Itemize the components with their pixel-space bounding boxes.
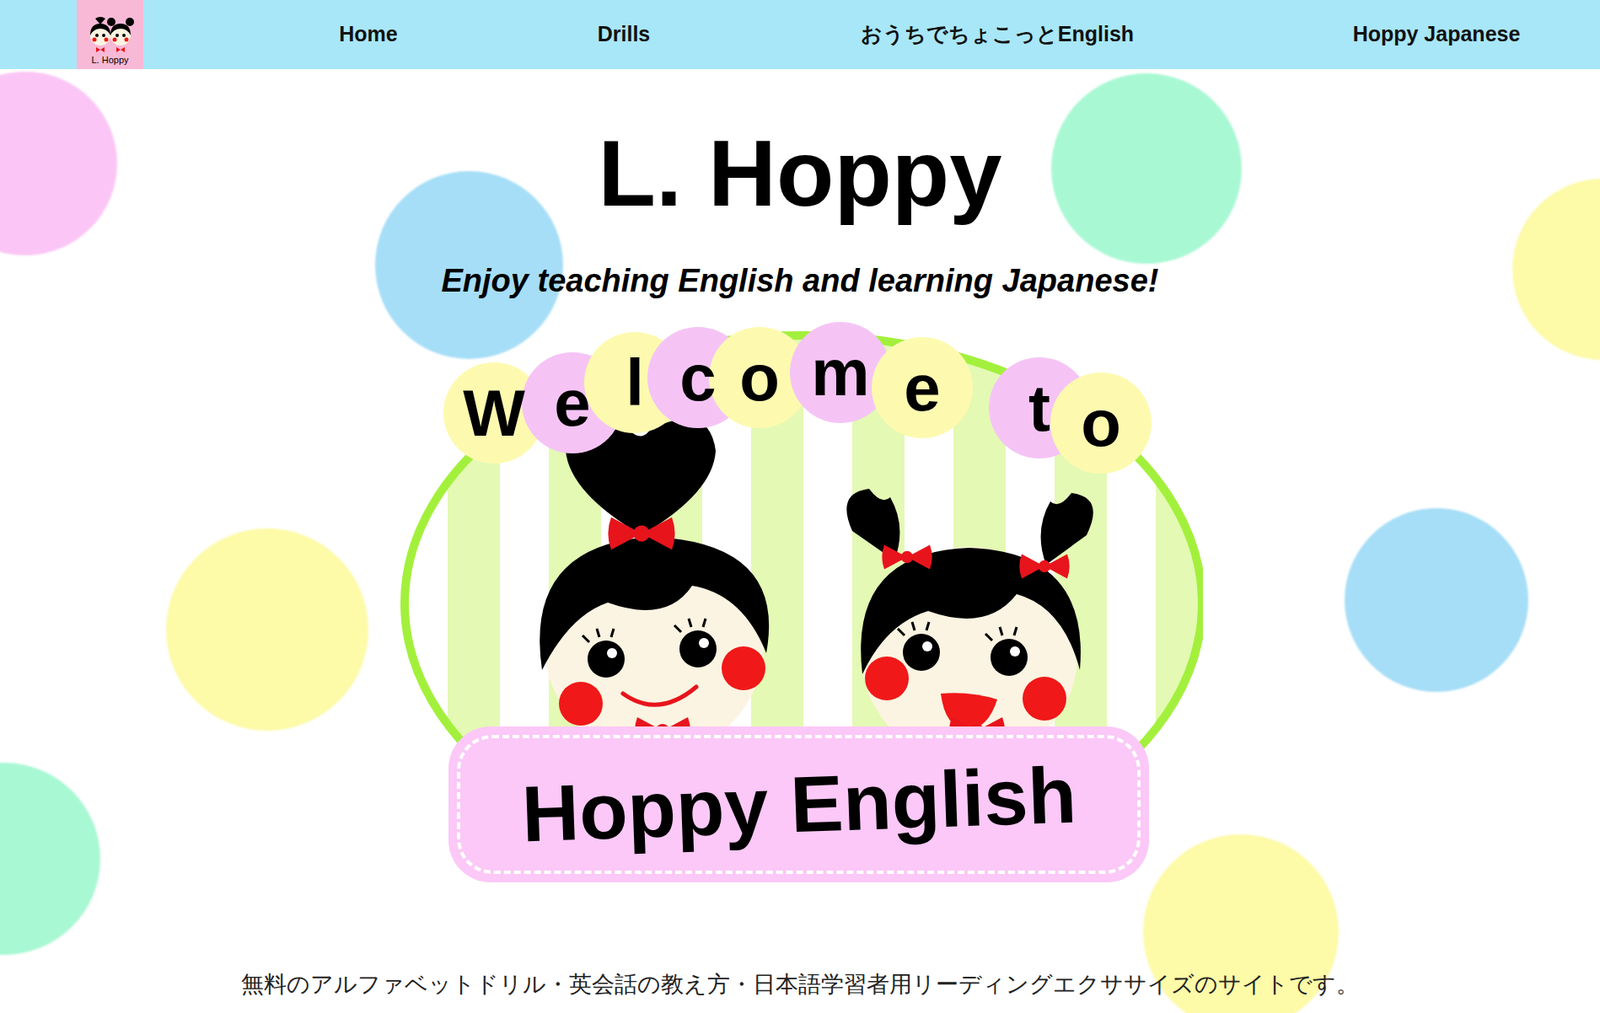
nav-bar: L. Hoppy Home Drills おうちでちょこっとEnglish Hoppy … [0, 0, 1600, 70]
welcome-letter: m [789, 322, 892, 424]
nav-link[interactable]: Drills [522, 18, 725, 51]
polka-dot [1512, 178, 1600, 360]
page: L. Hoppy Home Drills おうちでちょこっとEnglish Hoppy … [0, 0, 1600, 1013]
site-description: 無料のアルファベットドリル・英会話の教え方・日本語学習者用リーディングエクササイ… [241, 969, 1359, 1000]
banner-label: Hoppy English [520, 748, 1078, 861]
welcome-letter: o [1050, 372, 1152, 474]
polka-dot [1051, 73, 1242, 264]
logo-text: L. Hoppy [91, 53, 129, 66]
welcome-letter: o [708, 327, 811, 429]
polka-dot [0, 71, 118, 256]
site-logo[interactable]: L. Hoppy [76, 0, 144, 70]
polka-dot [166, 528, 369, 731]
welcome-letter: e [871, 337, 973, 439]
bow-icon [881, 545, 932, 570]
welcome-sign: WelcometoHoppy English [397, 316, 1203, 888]
nav-link[interactable]: Hoppy Japanese [1310, 18, 1563, 51]
polka-dot [1344, 508, 1529, 693]
welcome-letter: e [521, 352, 623, 454]
bow-icon [1019, 554, 1069, 580]
polka-dot [0, 762, 101, 956]
welcome-letter: W [443, 362, 545, 464]
site-title: L. Hoppy [597, 118, 1002, 229]
welcome-letter: t [988, 357, 1090, 459]
tagline: Enjoy teaching English and learning Japa… [441, 260, 1160, 301]
hero: L. Hoppy Enjoy teaching English and learn… [0, 69, 1600, 1000]
nav-link[interactable]: Home [267, 18, 470, 51]
banner-ribbon: Hoppy English [448, 726, 1149, 883]
welcome-letter: c [647, 327, 749, 429]
nav-link[interactable]: おうちでちょこっとEnglish [828, 18, 1166, 51]
logo-characters-icon [85, 13, 136, 54]
bow-icon [607, 517, 675, 550]
welcome-letter: l [584, 332, 686, 434]
